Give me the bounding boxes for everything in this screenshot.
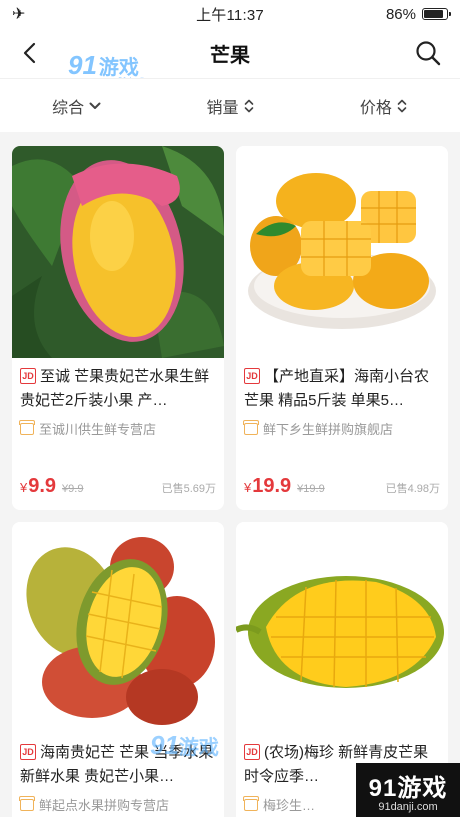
battery-percent: 86% (385, 5, 416, 23)
sold-count: 已售5.69万 (161, 483, 216, 495)
jd-badge: JD (20, 744, 36, 760)
chevron-left-icon (23, 42, 36, 64)
shop-icon (243, 419, 259, 435)
battery-icon (422, 8, 451, 20)
shop-icon (243, 795, 259, 811)
product-image (236, 522, 448, 734)
shop-name: 鲜下乡生鲜拼购旗舰店 (263, 422, 394, 437)
chevron-down-icon (89, 102, 101, 109)
jd-badge: JD (244, 368, 260, 384)
shop-name: 梅珍生… (263, 798, 316, 813)
product-title-text: 【产地直采】海南小台农芒果 精品5斤装 单果5… (244, 368, 430, 409)
watermark-url: 91danji.com (378, 800, 438, 813)
shop-link[interactable]: 鲜下乡生鲜拼购旗舰店 (236, 416, 448, 438)
status-bar: ✈ 上午11:37 86% (0, 0, 460, 28)
shop-name: 鲜起点水果拼购专营店 (39, 798, 170, 813)
filter-bar: 综合 销量 价格 (0, 78, 460, 132)
watermark-text: 游戏 (178, 737, 219, 759)
watermark-number: 91 (368, 774, 398, 802)
product-title: JD 【产地直采】海南小台农芒果 精品5斤装 单果5… (236, 358, 448, 416)
price-row: ¥ 19.9 ¥19.9 已售4.98万 (244, 475, 440, 498)
watermark-number: 91 (150, 730, 179, 760)
sold-count: 已售4.98万 (385, 483, 440, 495)
watermark-logo-mid: 91 游戏 (150, 730, 219, 761)
shop-link[interactable]: 至诚川供生鲜专营店 (12, 416, 224, 438)
product-card[interactable]: JD 【产地直采】海南小台农芒果 精品5斤装 单果5… 鲜下乡生鲜拼购旗舰店 ¥ … (236, 146, 448, 510)
filter-label: 销量 (206, 99, 239, 117)
price-row: ¥ 9.9 ¥9.9 已售5.69万 (20, 475, 216, 498)
watermark-logo-bottom: 91游戏 91danji.com (356, 763, 460, 817)
filter-label: 综合 (52, 99, 85, 117)
price-currency: ¥ (244, 480, 252, 495)
sort-icon (397, 99, 407, 112)
shop-name: 至诚川供生鲜专营店 (39, 422, 157, 437)
price-currency: ¥ (20, 480, 28, 495)
product-image (12, 146, 224, 358)
search-icon (416, 41, 441, 66)
airplane-icon: ✈ (12, 6, 26, 23)
jd-badge: JD (244, 744, 260, 760)
price-value: 9.9 (28, 475, 57, 497)
search-button[interactable] (412, 37, 444, 69)
watermark-number: 91 (68, 50, 97, 80)
filter-price[interactable]: 价格 (307, 94, 460, 118)
filter-sales[interactable]: 销量 (153, 94, 306, 118)
shop-icon (19, 419, 35, 435)
filter-label: 价格 (359, 99, 392, 117)
jd-badge: JD (20, 368, 36, 384)
product-card[interactable]: JD 海南贵妃芒 芒果 当季水果 新鲜水果 贵妃芒小果… 鲜起点水果拼购专营店 (12, 522, 224, 817)
original-price: ¥9.9 (62, 483, 84, 495)
product-image (236, 146, 448, 358)
watermark-logo-top: 91 游戏 91danji.com (68, 50, 161, 85)
product-image (12, 522, 224, 734)
shop-icon (19, 795, 35, 811)
page-title: 芒果 (210, 44, 250, 67)
original-price: ¥19.9 (297, 483, 325, 495)
sort-icon (244, 99, 253, 112)
product-title: JD 至诚 芒果贵妃芒水果生鲜 贵妃芒2斤装小果 产… (12, 358, 224, 416)
watermark-text: 游戏 (397, 774, 448, 802)
filter-comprehensive[interactable]: 综合 (0, 94, 153, 118)
shop-link[interactable]: 鲜起点水果拼购专营店 (12, 792, 224, 814)
product-title-text: 至诚 芒果贵妃芒水果生鲜 贵妃芒2斤装小果 产… (20, 368, 210, 409)
price-value: 19.9 (252, 475, 292, 497)
back-button[interactable] (14, 38, 44, 68)
product-card[interactable]: JD 至诚 芒果贵妃芒水果生鲜 贵妃芒2斤装小果 产… 至诚川供生鲜专营店 ¥ 9… (12, 146, 224, 510)
